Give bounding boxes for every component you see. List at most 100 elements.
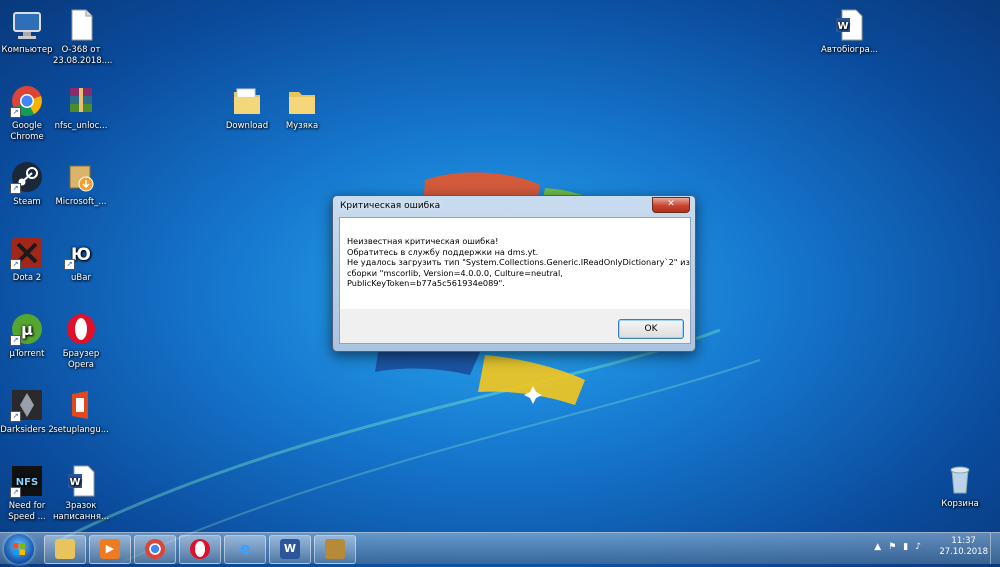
desktop-icon-label: Dota 2 bbox=[12, 273, 42, 283]
desktop-icon-label: Darksiders 2 bbox=[0, 425, 54, 435]
game-icon bbox=[325, 539, 345, 559]
svg-text:µ: µ bbox=[21, 320, 33, 339]
taskbar-game[interactable] bbox=[314, 535, 356, 564]
message-line: Не удалось загрузить тип "System.Collect… bbox=[347, 257, 690, 267]
desktop-icon-label: Microsoft_... bbox=[55, 197, 107, 207]
taskbar-chrome[interactable] bbox=[134, 535, 176, 564]
desktop-icon-label: Браузер Opera bbox=[62, 349, 100, 370]
document-icon bbox=[64, 8, 98, 42]
desktop-icon-word-sample[interactable]: W Зразок написання... bbox=[53, 464, 109, 523]
desktop-icon-ubar[interactable]: Ю ↗ uBar bbox=[53, 236, 109, 284]
chrome-icon: ↗ bbox=[10, 84, 44, 118]
desktop-icon-dota2[interactable]: ↗ Dota 2 bbox=[0, 236, 55, 284]
flag-icon[interactable]: ⚑ bbox=[888, 542, 903, 552]
tray-chevron-icon[interactable]: ▲ bbox=[874, 542, 888, 552]
desktop-icon-label: uBar bbox=[71, 273, 91, 283]
word-doc-icon: W bbox=[832, 8, 866, 42]
desktop-icon-microsoft-installer[interactable]: Microsoft_... bbox=[53, 160, 109, 208]
utorrent-icon: µ ↗ bbox=[10, 312, 44, 346]
installer-icon bbox=[64, 160, 98, 194]
clock-time: 11:37 bbox=[951, 536, 976, 546]
darksiders-icon: ↗ bbox=[10, 388, 44, 422]
desktop-icon-label: Корзина bbox=[941, 499, 979, 509]
shortcut-arrow-icon: ↗ bbox=[10, 335, 21, 346]
chrome-icon bbox=[145, 539, 165, 559]
desktop-icon-steam[interactable]: ↗ Steam bbox=[0, 160, 55, 208]
taskbar: ▶ e W ▲⚑▮♪ 11:37 27.10.2018 bbox=[0, 532, 1000, 564]
desktop-icon-label: Зразок написання... bbox=[53, 501, 110, 522]
desktop-icon-computer[interactable]: Компьютер bbox=[0, 8, 55, 56]
desktop-icon-label: О-368 от 23.08.2018.... bbox=[53, 45, 113, 66]
message-line: PublicKeyToken=b77a5c561934e089". bbox=[347, 278, 505, 288]
opera-icon bbox=[190, 539, 210, 559]
svg-text:W: W bbox=[837, 21, 848, 32]
desktop-icon-opera[interactable]: Браузер Opera bbox=[53, 312, 109, 371]
message-line: Неизвестная критическая ошибка! bbox=[347, 236, 499, 246]
desktop-icon-music-folder[interactable]: Музяка bbox=[274, 84, 330, 132]
clock[interactable]: 11:37 27.10.2018 bbox=[939, 536, 988, 558]
taskbar-opera[interactable] bbox=[179, 535, 221, 564]
message-line: сборки "mscorlib, Version=4.0.0.0, Cultu… bbox=[347, 267, 563, 278]
desktop-icon-download-folder[interactable]: Download bbox=[219, 84, 275, 132]
dialog-content: Неизвестная критическая ошибка! Обратите… bbox=[339, 217, 691, 309]
recycle-bin-icon bbox=[943, 462, 977, 496]
desktop-icon-label: setuplangu... bbox=[53, 425, 109, 435]
desktop-icon-label: Google Chrome bbox=[10, 121, 44, 142]
desktop-icon-label: µTorrent bbox=[9, 349, 45, 359]
taskbar-explorer[interactable] bbox=[44, 535, 86, 564]
internet-explorer-icon: e bbox=[239, 539, 251, 558]
desktop-icon-label: Компьютер bbox=[1, 45, 53, 55]
shortcut-arrow-icon: ↗ bbox=[64, 259, 75, 270]
shortcut-arrow-icon: ↗ bbox=[10, 411, 21, 422]
windows-logo-icon bbox=[13, 543, 25, 555]
steam-icon: ↗ bbox=[10, 160, 44, 194]
close-button[interactable]: ✕ bbox=[652, 197, 690, 213]
dota-icon: ↗ bbox=[10, 236, 44, 270]
office-icon bbox=[64, 388, 98, 422]
shortcut-arrow-icon: ↗ bbox=[10, 487, 21, 498]
error-dialog: Критическая ошибка ✕ Неизвестная критиче… bbox=[332, 195, 696, 352]
error-message: Неизвестная критическая ошибка! Обратите… bbox=[347, 236, 690, 289]
ok-button[interactable]: OK bbox=[618, 319, 684, 339]
desktop-icon-label: Автобіогра... bbox=[821, 45, 878, 55]
word-icon: W bbox=[280, 539, 300, 559]
desktop-icon-chrome[interactable]: ↗ Google Chrome bbox=[0, 84, 55, 143]
opera-icon bbox=[64, 312, 98, 346]
winrar-icon bbox=[64, 84, 98, 118]
desktop-icon-label: Музяка bbox=[285, 121, 319, 131]
system-tray: ▲⚑▮♪ bbox=[874, 542, 928, 552]
desktop-icon-document[interactable]: О-368 от 23.08.2018.... bbox=[53, 8, 113, 67]
ubar-icon: Ю ↗ bbox=[64, 236, 98, 270]
folder-icon bbox=[285, 84, 319, 118]
shortcut-arrow-icon: ↗ bbox=[10, 183, 21, 194]
taskbar-word[interactable]: W bbox=[269, 535, 311, 564]
taskbar-media-player[interactable]: ▶ bbox=[89, 535, 131, 564]
volume-icon[interactable]: ♪ bbox=[915, 542, 928, 552]
clock-date: 27.10.2018 bbox=[939, 547, 988, 557]
folder-icon bbox=[230, 84, 264, 118]
word-doc-icon: W bbox=[64, 464, 98, 498]
message-line: Обратитесь в службу поддержки на dms.yt. bbox=[347, 246, 539, 257]
svg-text:W: W bbox=[69, 477, 80, 488]
explorer-icon bbox=[55, 539, 75, 559]
desktop-icon-label: Need for Speed ... bbox=[8, 501, 46, 522]
desktop-icon-label: Download bbox=[225, 121, 269, 131]
desktop-icon-label: nfsc_unloc... bbox=[54, 121, 108, 131]
dialog-title: Критическая ошибка bbox=[340, 201, 441, 211]
show-desktop-button[interactable] bbox=[990, 533, 1000, 564]
network-icon[interactable]: ▮ bbox=[903, 542, 915, 552]
desktop-icon-need-for-speed[interactable]: NFS ↗ Need for Speed ... bbox=[0, 464, 55, 523]
desktop-icon-word-autobiography[interactable]: W Автобіогра... bbox=[821, 8, 878, 56]
desktop-icon-utorrent[interactable]: µ ↗ µTorrent bbox=[0, 312, 55, 360]
desktop-icon-label: Steam bbox=[13, 197, 41, 207]
desktop-icon-darksiders2[interactable]: ↗ Darksiders 2 bbox=[0, 388, 55, 436]
desktop-icon-winrar[interactable]: nfsc_unloc... bbox=[53, 84, 109, 132]
desktop-icon-setuplanguage[interactable]: setuplangu... bbox=[53, 388, 109, 436]
start-button[interactable] bbox=[4, 534, 34, 564]
media-player-icon: ▶ bbox=[100, 539, 120, 559]
nfs-icon: NFS ↗ bbox=[10, 464, 44, 498]
shortcut-arrow-icon: ↗ bbox=[10, 259, 21, 270]
computer-icon bbox=[10, 8, 44, 42]
desktop-icon-recycle-bin[interactable]: Корзина bbox=[932, 462, 988, 510]
taskbar-internet-explorer[interactable]: e bbox=[224, 535, 266, 564]
